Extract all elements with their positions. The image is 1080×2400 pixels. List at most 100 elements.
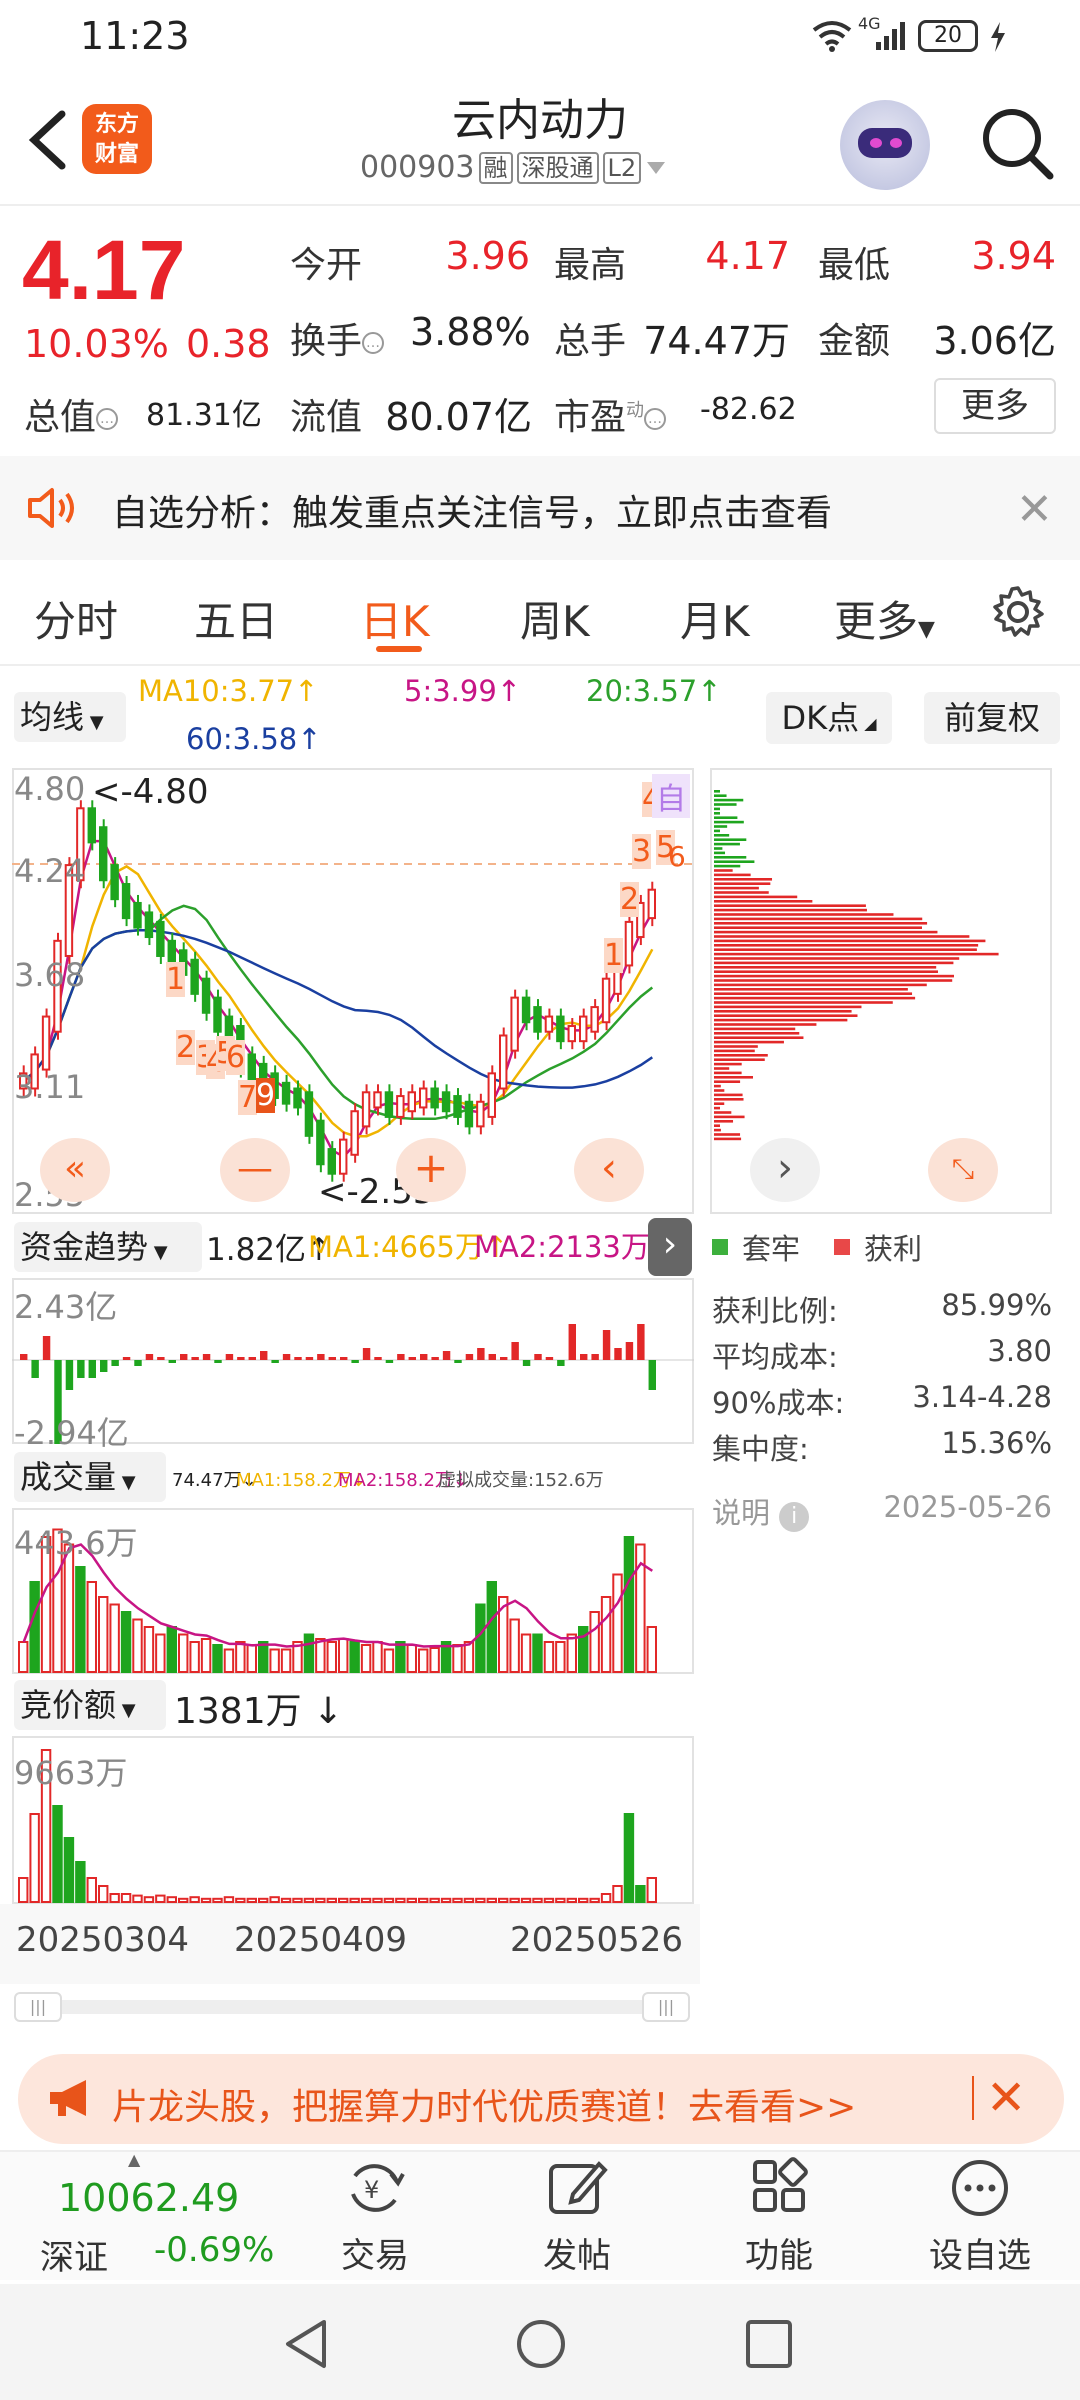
tab-intraday[interactable]: 分时 xyxy=(34,588,118,649)
expand-icon[interactable]: ⤡ xyxy=(928,1138,998,1202)
close-icon[interactable]: ✕ xyxy=(986,2070,1026,2126)
tab-more[interactable]: 更多▼ xyxy=(834,588,935,649)
volume-selector-label: 成交量 xyxy=(20,1458,117,1496)
fund-bar xyxy=(100,1360,108,1372)
system-home-icon[interactable] xyxy=(514,2316,568,2372)
dk-point-button[interactable]: DK点 ◢ xyxy=(766,692,892,744)
fund-bar xyxy=(145,1354,154,1360)
nav-post[interactable]: 发帖 xyxy=(507,2156,647,2277)
self-select-tag[interactable]: 自 xyxy=(652,774,690,818)
bid-bar xyxy=(383,1897,395,1904)
range-handle-left[interactable]: ||| xyxy=(14,1992,62,2022)
zoom-in-icon[interactable]: + xyxy=(396,1138,466,1202)
volume-bar xyxy=(555,1641,566,1673)
volume-value: 74.47万 xyxy=(643,319,790,363)
nav-add-watchlist[interactable]: 设自选 xyxy=(910,2156,1050,2277)
candle-body xyxy=(87,807,96,844)
bid-bar xyxy=(155,1894,166,1904)
tab-weekly-k[interactable]: 周K xyxy=(520,588,590,649)
info-icon[interactable]: … xyxy=(644,408,667,430)
float-value: 80.07亿 xyxy=(385,395,532,439)
ma-selector[interactable]: 均线 ▼ xyxy=(14,692,126,742)
candle-body xyxy=(144,911,154,939)
adjust-button[interactable]: 前复权 xyxy=(924,692,1060,744)
scroll-left-icon[interactable]: ‹ xyxy=(574,1138,644,1202)
chip-bar xyxy=(714,1120,734,1123)
bid-bar xyxy=(109,1893,120,1903)
range-handle-right[interactable]: ||| xyxy=(642,1992,690,2022)
index-value[interactable]: 10062.49 xyxy=(58,2176,239,2220)
fund-bar xyxy=(88,1360,96,1378)
ma-selector-label: 均线 xyxy=(20,698,85,736)
chip-bar xyxy=(714,1062,742,1066)
chip-bar xyxy=(714,807,720,811)
info-icon[interactable]: … xyxy=(362,332,385,354)
chip-bar xyxy=(714,996,916,1000)
scroll-left-fast-icon[interactable]: « xyxy=(40,1138,110,1202)
chip-bar xyxy=(714,847,723,850)
volume-bar xyxy=(623,1536,635,1673)
mktcap-label-text: 总值 xyxy=(24,397,97,438)
low-value: 3.94 xyxy=(971,234,1056,278)
date-label: 20250304 xyxy=(16,1920,190,1960)
tab-five-day[interactable]: 五日 xyxy=(194,588,278,649)
volume-bar xyxy=(532,1633,543,1673)
fund-bar xyxy=(65,1360,74,1390)
candle-body xyxy=(247,1053,256,1081)
volume-bar xyxy=(349,1641,360,1673)
nav-functions[interactable]: 功能 xyxy=(709,2156,849,2277)
nav-trade[interactable]: ¥ 交易 xyxy=(305,2156,445,2277)
volume-bar xyxy=(520,1633,532,1673)
volume-bar xyxy=(360,1644,372,1673)
bid-bar xyxy=(18,1877,29,1903)
tab-daily-k[interactable]: 日K xyxy=(360,588,430,649)
system-recents-icon[interactable] xyxy=(744,2318,794,2370)
chip-bar xyxy=(714,970,938,973)
chip-bar xyxy=(714,816,738,819)
chip-date: 2025-05-26 xyxy=(883,1490,1052,1524)
amount-value: 3.06亿 xyxy=(933,319,1056,363)
candle-body xyxy=(327,1148,337,1175)
settings-gear-icon[interactable] xyxy=(990,584,1046,640)
chip-note[interactable]: 说明 i xyxy=(712,1490,810,1532)
chip-bar xyxy=(714,1058,765,1061)
candle-body xyxy=(430,1087,439,1109)
index-change: -0.69% xyxy=(154,2230,275,2270)
bid-bar xyxy=(223,1896,235,1903)
tab-monthly-k[interactable]: 月K xyxy=(680,588,750,649)
chip-bar xyxy=(714,904,866,907)
wifi-icon xyxy=(812,21,852,52)
status-bar: 11:23 4G 20 xyxy=(0,0,1080,72)
caret-down-icon: ▼ xyxy=(84,712,104,733)
close-icon[interactable]: ✕ xyxy=(1016,484,1053,535)
candle-body xyxy=(361,1091,371,1128)
trade-icon: ¥ xyxy=(351,2164,405,2212)
zoom-out-icon[interactable]: — xyxy=(220,1138,290,1202)
fund-bar xyxy=(637,1324,645,1360)
back-icon[interactable] xyxy=(20,100,80,180)
bid-selector[interactable]: 竞价额 ▼ xyxy=(14,1680,166,1730)
search-icon[interactable] xyxy=(978,104,1058,184)
volume-bar xyxy=(212,1644,223,1673)
fund-selector[interactable]: 资金趋势 ▼ xyxy=(14,1222,202,1272)
chip-next-icon[interactable]: › xyxy=(750,1138,820,1202)
chip-bar xyxy=(714,1049,755,1053)
stock-code-row[interactable]: 000903 融 深股通 L2 xyxy=(360,150,720,185)
fund-bar xyxy=(362,1348,371,1360)
bid-bar xyxy=(246,1897,257,1904)
panel-next-icon[interactable]: › xyxy=(648,1218,692,1276)
assistant-eyes-icon xyxy=(870,138,902,148)
notice-text: 自选分析：触发重点关注信号，立即点击查看 xyxy=(112,493,833,534)
more-dots-icon xyxy=(952,2160,1008,2216)
stock-code: 000903 xyxy=(360,150,475,185)
system-back-icon[interactable] xyxy=(282,2316,332,2372)
volume-selector[interactable]: 成交量 ▼ xyxy=(14,1452,166,1502)
chip-bar xyxy=(714,891,769,894)
range-scrollbar[interactable] xyxy=(14,2000,690,2014)
candle-body xyxy=(339,1138,348,1175)
more-quote-button[interactable]: 更多 xyxy=(934,378,1056,434)
info-icon[interactable]: … xyxy=(96,408,119,430)
fund-selector-label: 资金趋势 xyxy=(20,1228,149,1266)
bid-bar xyxy=(429,1897,440,1904)
chip-bar xyxy=(714,1084,721,1088)
